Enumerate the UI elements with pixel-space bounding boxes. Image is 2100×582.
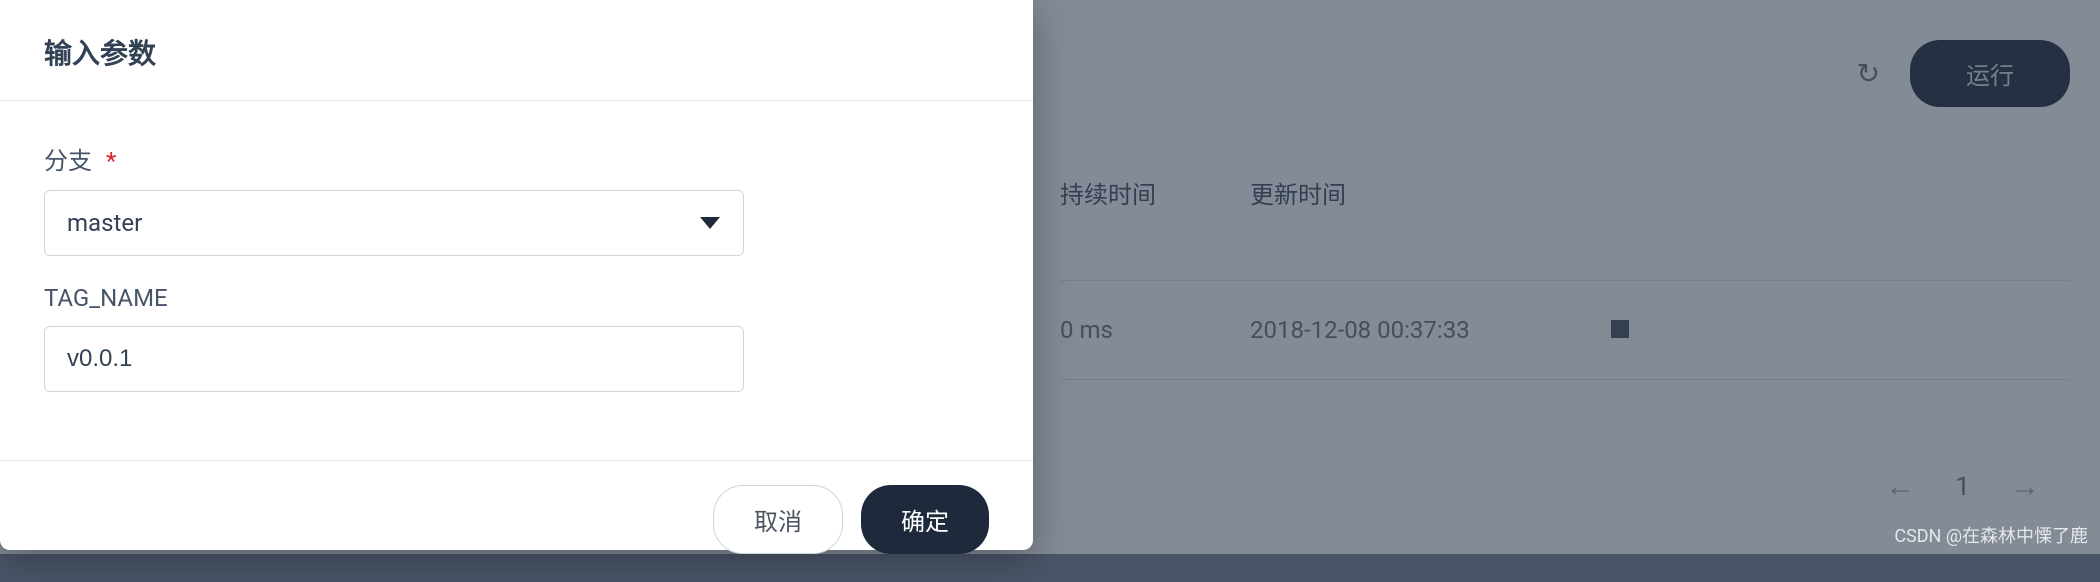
branch-label-text: 分支 (44, 147, 92, 175)
required-indicator: * (106, 147, 116, 175)
confirm-button[interactable]: 确定 (861, 485, 989, 554)
watermark-text: CSDN @在森林中慄了鹿 (1894, 522, 2088, 548)
modal-body: 分支 * master TAG_NAME (0, 101, 1033, 460)
input-parameters-modal: 输入参数 分支 * master TAG_NAME 取消 确定 (0, 0, 1033, 550)
branch-form-group: 分支 * master (44, 141, 989, 256)
tag-name-input[interactable] (44, 326, 744, 392)
modal-title: 输入参数 (44, 32, 989, 72)
tag-name-label: TAG_NAME (44, 284, 989, 312)
branch-select-wrapper: master (44, 190, 744, 256)
branch-select[interactable]: master (44, 190, 744, 256)
modal-header: 输入参数 (0, 0, 1033, 101)
cancel-button[interactable]: 取消 (713, 485, 843, 554)
modal-footer: 取消 确定 (0, 460, 1033, 582)
branch-label: 分支 * (44, 141, 989, 176)
tag-name-form-group: TAG_NAME (44, 284, 989, 392)
